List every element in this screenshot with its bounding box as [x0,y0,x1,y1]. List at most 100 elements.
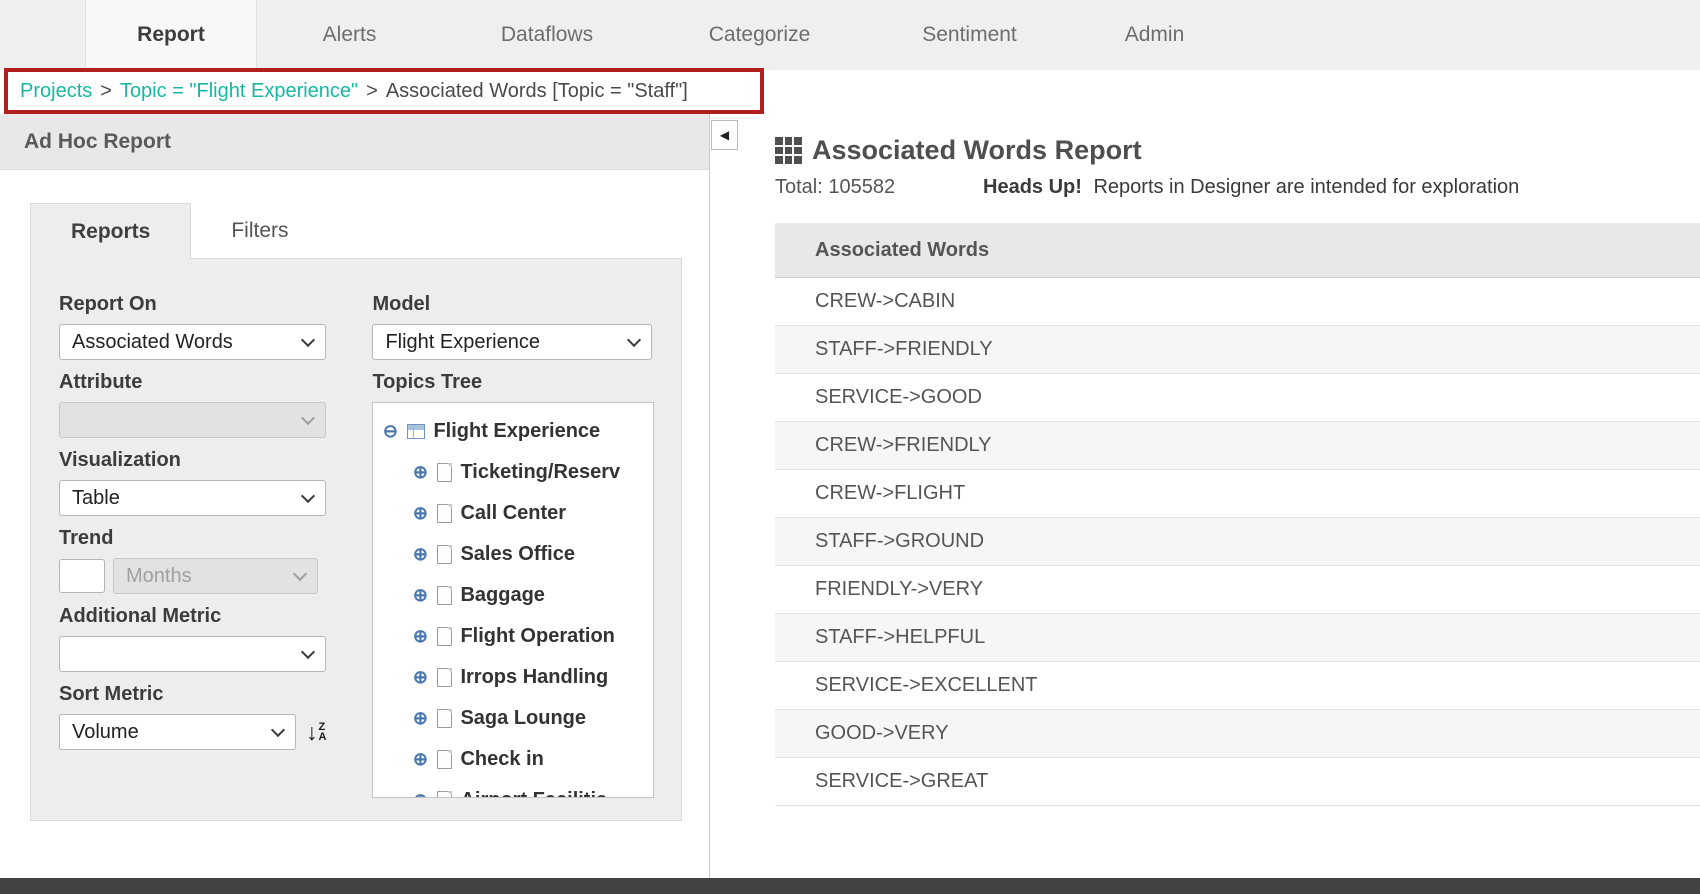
heads-up-notice: Heads Up! Reports in Designer are intend… [983,176,1519,199]
associated-words-table: Associated Words CREW->CABIN STAFF->FRIE… [775,223,1700,806]
tree-item[interactable]: ⊕ Check in [381,739,653,780]
visualization-label: Visualization [59,449,326,472]
additional-metric-field: Additional Metric [59,605,326,672]
visualization-value: Table [72,487,120,510]
report-title: Associated Words Report [812,135,1142,166]
report-on-field: Report On Associated Words [59,293,326,360]
heads-up-text: Reports in Designer are intended for exp… [1093,176,1519,198]
tab-filters[interactable]: Filters [191,203,328,259]
nav-tab-report[interactable]: Report [85,0,257,70]
table-row[interactable]: STAFF->FRIENDLY [775,326,1700,374]
sort-metric-select[interactable]: Volume [59,714,296,750]
model-icon [407,424,425,439]
expand-node-icon[interactable]: ⊕ [411,749,429,770]
table-row[interactable]: SERVICE->GOOD [775,374,1700,422]
tree-item[interactable]: ⊕ Flight Operation [381,616,653,657]
sort-metric-value: Volume [72,721,139,744]
tree-item-label: Flight Operation [460,625,614,648]
expand-node-icon[interactable]: ⊕ [411,585,429,606]
expand-node-icon[interactable]: ⊕ [411,626,429,647]
document-icon [437,709,452,728]
trend-value-input[interactable] [59,559,105,593]
tree-item-label: Sales Office [460,543,575,566]
expand-node-icon[interactable]: ⊕ [411,708,429,729]
collapse-panel-button[interactable]: ◀ [711,120,738,150]
topics-tree-label: Topics Tree [372,371,654,394]
panel-body: Reports Filters Report On Associated Wor… [0,170,709,821]
nav-tab-alerts[interactable]: Alerts [257,0,442,70]
attribute-field: Attribute [59,371,326,438]
table-row[interactable]: SERVICE->GREAT [775,758,1700,806]
visualization-field: Visualization Table [59,449,326,516]
sort-arrow-icon: ↓ [306,722,318,742]
breadcrumb-topic-link[interactable]: Topic = "Flight Experience" [120,80,358,103]
expand-node-icon[interactable]: ⊕ [411,503,429,524]
tree-item-label: Call Center [460,502,566,525]
table-row[interactable]: CREW->FLIGHT [775,470,1700,518]
nav-tab-categorize[interactable]: Categorize [652,0,867,70]
tree-item[interactable]: ⊕ Baggage [381,575,653,616]
nav-tab-admin[interactable]: Admin [1072,0,1237,70]
table-row[interactable]: FRIENDLY->VERY [775,566,1700,614]
document-icon [437,504,452,523]
tree-root-label: Flight Experience [433,420,600,443]
tree-item[interactable]: ⊕ Sales Office [381,534,653,575]
report-on-select[interactable]: Associated Words [59,324,326,360]
model-field: Model Flight Experience [372,293,654,360]
sort-letter-bottom: A [319,732,327,742]
tree-root[interactable]: ⊖ Flight Experience [381,411,653,452]
model-select[interactable]: Flight Experience [372,324,652,360]
report-title-row: Associated Words Report [775,135,1700,166]
panel-header: Ad Hoc Report [0,114,709,170]
expand-node-icon[interactable]: ⊕ [411,790,429,798]
tree-item-label: Ticketing/Reserv [460,461,620,484]
form-column-right: Model Flight Experience Topics Tree ⊖ [372,293,654,802]
visualization-select[interactable]: Table [59,480,326,516]
collapse-left-icon: ◀ [720,128,729,142]
table-row[interactable]: STAFF->HELPFUL [775,614,1700,662]
chevron-down-icon [301,488,315,502]
tree-item-label: Airport Facilitie [460,789,607,798]
tab-reports[interactable]: Reports [30,203,191,259]
bottom-bar [0,878,1700,894]
table-row[interactable]: STAFF->GROUND [775,518,1700,566]
document-icon [437,463,452,482]
trend-field: Trend Months [59,527,326,594]
breadcrumb-separator: > [100,80,112,103]
tree-item[interactable]: ⊕ Irrops Handling [381,657,653,698]
trend-unit-value: Months [126,565,192,588]
ad-hoc-report-panel: Ad Hoc Report Reports Filters Report On … [0,114,710,878]
expand-node-icon[interactable]: ⊕ [411,544,429,565]
topics-tree-field: Topics Tree ⊖ Flight Experience ⊕ Ticket… [372,371,654,798]
tree-item-label: Check in [460,748,543,771]
table-row[interactable]: SERVICE->EXCELLENT [775,662,1700,710]
report-on-label: Report On [59,293,326,316]
expand-node-icon[interactable]: ⊕ [411,667,429,688]
tree-item[interactable]: ⊕ Airport Facilitie [381,780,653,798]
document-icon [437,750,452,769]
collapse-node-icon[interactable]: ⊖ [381,421,399,442]
table-row[interactable]: CREW->CABIN [775,278,1700,326]
chevron-down-icon [271,722,285,736]
report-main-area: Associated Words Report Total: 105582 He… [737,114,1700,878]
nav-tab-sentiment[interactable]: Sentiment [867,0,1072,70]
tree-item[interactable]: ⊕ Ticketing/Reserv [381,452,653,493]
table-row[interactable]: GOOD->VERY [775,710,1700,758]
document-icon [437,586,452,605]
heads-up-label: Heads Up! [983,176,1082,198]
model-value: Flight Experience [385,331,540,354]
breadcrumb-projects-link[interactable]: Projects [20,80,92,103]
tree-item-label: Baggage [460,584,544,607]
sort-za-icon: Z A [319,722,327,742]
additional-metric-select[interactable] [59,636,326,672]
expand-node-icon[interactable]: ⊕ [411,462,429,483]
chevron-down-icon [293,566,307,580]
nav-tab-dataflows[interactable]: Dataflows [442,0,652,70]
report-form: Report On Associated Words Attribute [30,258,682,821]
additional-metric-label: Additional Metric [59,605,326,628]
tree-item[interactable]: ⊕ Call Center [381,493,653,534]
sort-direction-button[interactable]: ↓ Z A [306,722,326,742]
table-row[interactable]: CREW->FRIENDLY [775,422,1700,470]
tree-item[interactable]: ⊕ Saga Lounge [381,698,653,739]
breadcrumb-separator: > [366,80,378,103]
